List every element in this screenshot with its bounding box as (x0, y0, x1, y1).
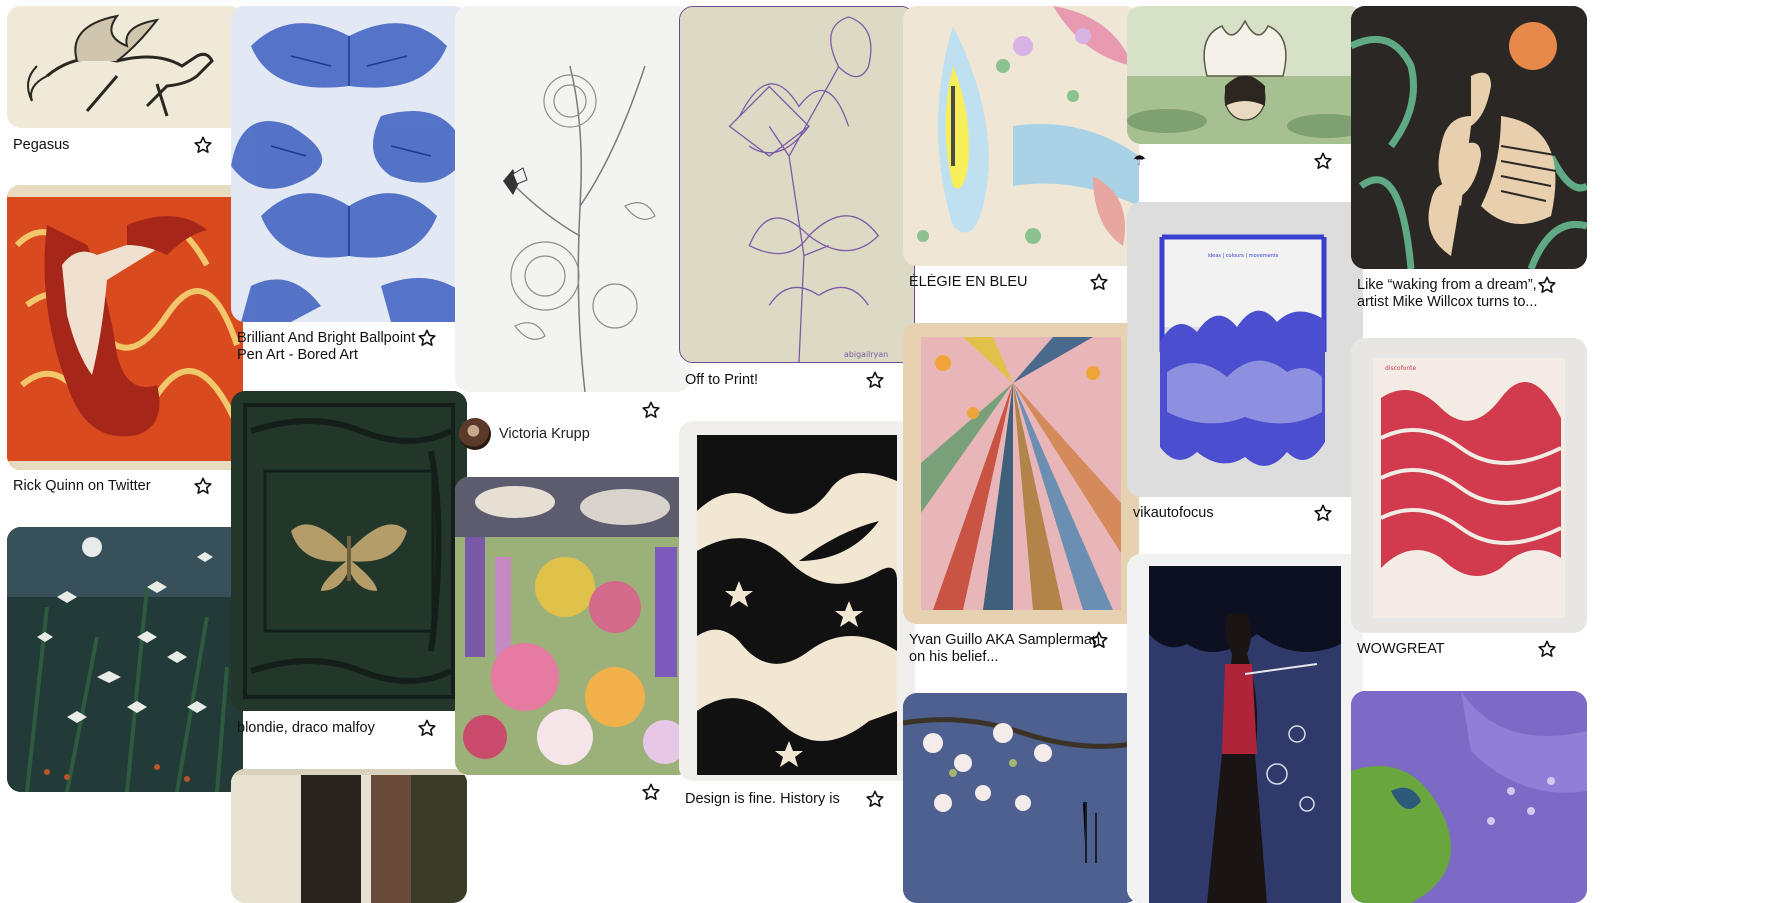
poster-header: discofonte (1385, 365, 1417, 372)
pin-title: Pegasus (13, 137, 70, 153)
pin-title: Off to Print! (685, 372, 759, 388)
save-star-icon[interactable] (865, 789, 885, 809)
save-star-icon[interactable] (417, 718, 437, 738)
pin-image-blossom[interactable] (903, 693, 1139, 903)
author-name[interactable]: Victoria Krupp (499, 426, 590, 442)
pin-image-moths[interactable] (7, 527, 243, 792)
save-star-icon[interactable] (1089, 630, 1109, 650)
pin-title: ☂ (1133, 153, 1146, 169)
signature-text: abigailryan (844, 350, 888, 359)
save-star-icon[interactable] (417, 328, 437, 348)
avatar[interactable] (459, 418, 491, 450)
pin-title: Yvan Guillo AKA Samplerman on his belief… (909, 632, 1101, 665)
pin-title: Like “waking from a dream”, artist Mike … (1357, 277, 1538, 310)
save-star-icon[interactable] (1313, 503, 1333, 523)
pin-image-art-deco[interactable] (1127, 554, 1363, 903)
pin-title: Design is fine. History is (685, 791, 840, 807)
pin-image-butterflies[interactable] (231, 6, 467, 322)
save-star-icon[interactable] (1089, 272, 1109, 292)
pin-image-purple-green[interactable] (1351, 691, 1587, 903)
pin-image-red-waves[interactable]: discofonte (1351, 338, 1587, 633)
pin-image-purple-flowers[interactable]: abigailryan (679, 6, 915, 363)
save-star-icon[interactable] (1537, 275, 1557, 295)
pin-title: ÉLÉGIE EN BLEU (909, 274, 1028, 290)
pin-title: blondie, draco malfoy (237, 720, 375, 736)
poster-header: ideas | colours | movements (1208, 253, 1279, 259)
pin-image-samplerman[interactable] (903, 323, 1139, 624)
pin-image-pattern[interactable] (903, 6, 1139, 266)
pin-image-green-book[interactable] (231, 391, 467, 711)
save-star-icon[interactable] (193, 135, 213, 155)
pin-title: vikautofocus (1133, 505, 1214, 521)
save-star-icon[interactable] (1537, 639, 1557, 659)
pin-image-pegasus[interactable] (7, 6, 243, 128)
pin-title: WOWGREAT (1357, 641, 1445, 657)
pin-image-lotus[interactable] (1127, 6, 1363, 144)
save-star-icon[interactable] (641, 400, 661, 420)
pin-image-col2-bottom[interactable] (231, 769, 467, 903)
pin-image-herons[interactable] (1351, 6, 1587, 269)
pin-image-jugend[interactable] (7, 185, 243, 470)
pin-image-swirl[interactable] (679, 421, 915, 781)
pin-author-victoria[interactable]: Victoria Krupp (459, 418, 590, 450)
pin-image-collage[interactable] (455, 477, 691, 775)
pin-image-pencil[interactable] (455, 6, 691, 392)
pin-grid: Pegasus Rick Quinn on Twitter Brilliant … (0, 0, 1768, 903)
pin-title: Rick Quinn on Twitter (13, 478, 151, 494)
save-star-icon[interactable] (865, 370, 885, 390)
pin-title: Brilliant And Bright Ballpoint Pen Art -… (237, 330, 416, 363)
save-star-icon[interactable] (1313, 151, 1333, 171)
save-star-icon[interactable] (193, 476, 213, 496)
pin-image-blue-poster[interactable]: ideas | colours | movements (1127, 202, 1363, 497)
save-star-icon[interactable] (641, 782, 661, 802)
